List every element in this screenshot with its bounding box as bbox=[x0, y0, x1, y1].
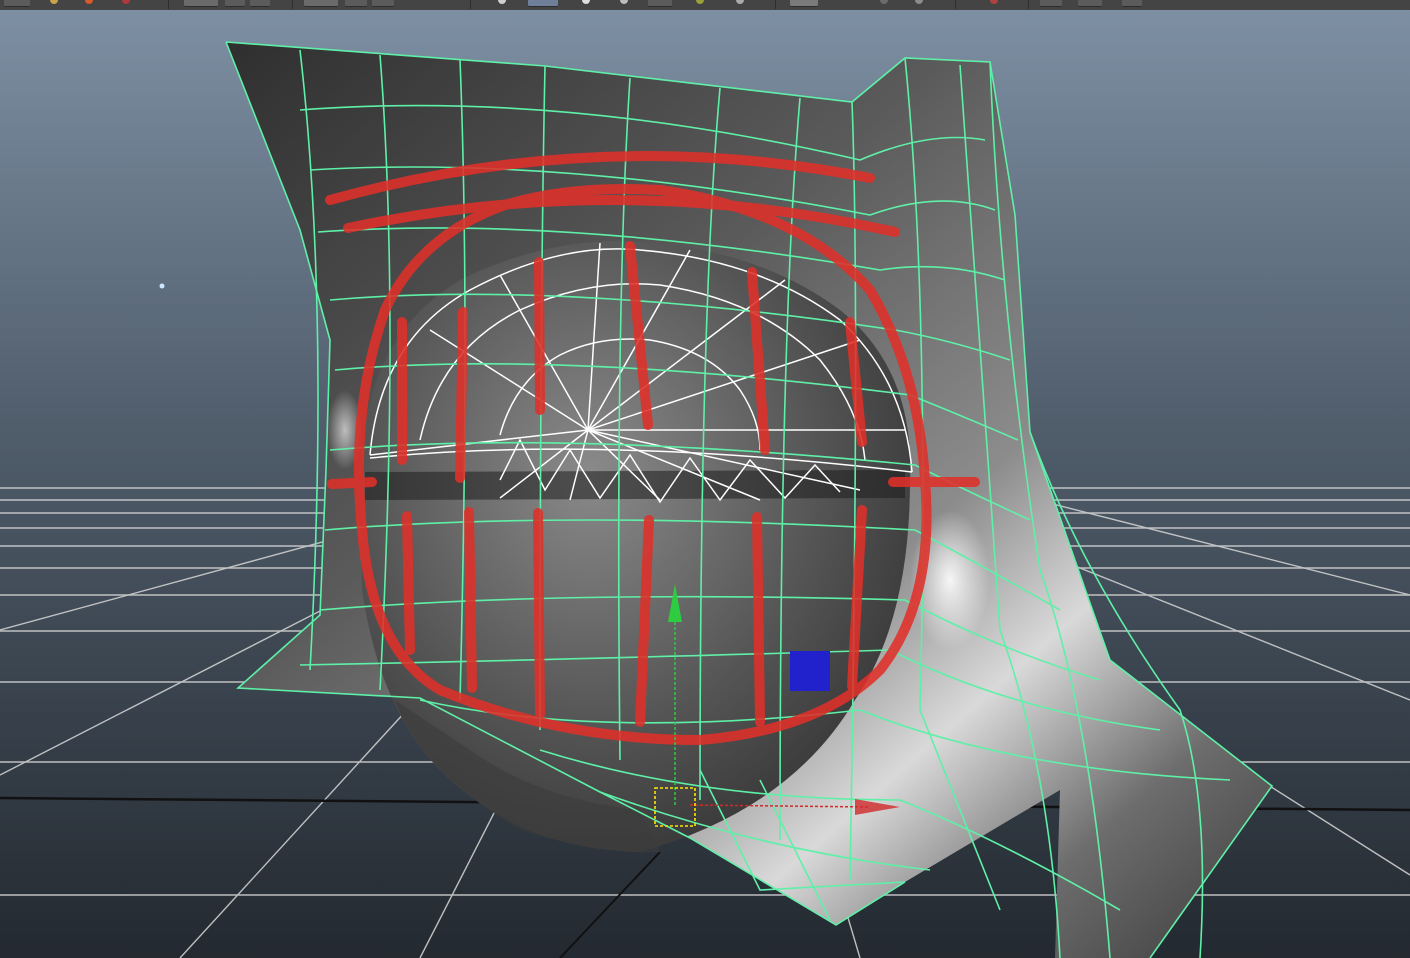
input-field-icon[interactable] bbox=[790, 0, 818, 7]
snap-grid-icon[interactable] bbox=[304, 0, 338, 7]
file-icon[interactable] bbox=[50, 0, 58, 4]
select-by-component-icon[interactable] bbox=[250, 0, 270, 7]
move-handle-z-icon[interactable] bbox=[790, 651, 830, 691]
attribute-editor-icon[interactable] bbox=[1078, 0, 1102, 7]
light-icon[interactable] bbox=[696, 0, 704, 4]
camera-icon[interactable] bbox=[736, 0, 744, 4]
hypershade-icon[interactable] bbox=[648, 0, 672, 7]
save-icon[interactable] bbox=[85, 0, 93, 4]
select-by-hierarchy-icon[interactable] bbox=[184, 0, 218, 7]
select-by-object-icon[interactable] bbox=[225, 0, 245, 7]
scale-tool-icon[interactable] bbox=[915, 0, 923, 4]
script-editor-icon[interactable] bbox=[990, 0, 998, 4]
snap-curve-icon[interactable] bbox=[345, 0, 367, 7]
panel-layout-icon[interactable] bbox=[1040, 0, 1062, 7]
construction-history-icon[interactable] bbox=[498, 0, 506, 4]
light-locator-icon[interactable] bbox=[159, 283, 165, 289]
undo-icon[interactable] bbox=[122, 0, 130, 4]
select-icon[interactable] bbox=[880, 0, 888, 4]
render-settings-icon[interactable] bbox=[620, 0, 628, 4]
menu-set-icon[interactable] bbox=[4, 0, 30, 7]
perspective-viewport[interactable] bbox=[0, 10, 1410, 958]
render-icon[interactable] bbox=[528, 0, 558, 7]
channel-box-icon[interactable] bbox=[1122, 0, 1142, 7]
ipr-render-icon[interactable] bbox=[582, 0, 590, 4]
snap-point-icon[interactable] bbox=[372, 0, 394, 7]
